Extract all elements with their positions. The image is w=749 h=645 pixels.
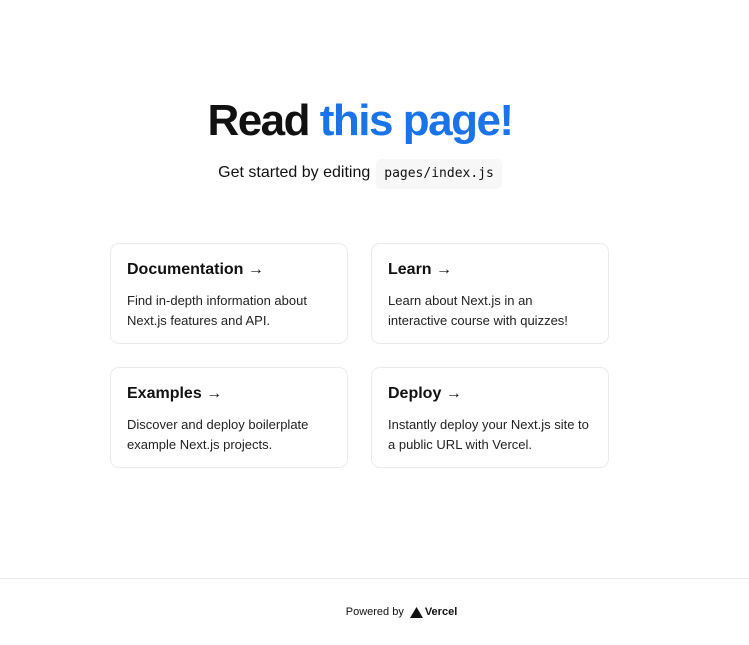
page: Read this page! Get started by editing pa… — [0, 0, 749, 645]
vercel-logo: Vercel — [409, 606, 458, 618]
main-content: Read this page! Get started by editing pa… — [0, 0, 749, 578]
brand-name: Vercel — [424, 606, 458, 618]
card-text: Discover and deploy boilerplate example … — [127, 417, 309, 452]
card-title: Examples → — [127, 385, 223, 402]
card-deploy[interactable]: Deploy → Instantly deploy your Next.js s… — [371, 367, 609, 468]
footer: Powered by Vercel — [0, 578, 749, 645]
card-title: Learn → — [388, 261, 453, 278]
card-title: Deploy → — [388, 385, 462, 402]
card-text: Instantly deploy your Next.js site to a … — [388, 417, 589, 452]
title-prefix: Read — [207, 96, 320, 145]
powered-by-label: Powered by — [345, 606, 404, 618]
powered-by-link[interactable]: Powered by Vercel — [292, 606, 458, 618]
page-description: Get started by editing pages/index.js — [0, 158, 720, 189]
code-snippet: pages/index.js — [376, 159, 502, 189]
card-text: Learn about Next.js in an interactive co… — [388, 293, 568, 328]
card-examples[interactable]: Examples → Discover and deploy boilerpla… — [110, 367, 348, 468]
description-text: Get started by editing — [218, 164, 371, 181]
vercel-triangle-icon — [409, 606, 423, 618]
card-title: Documentation → — [127, 261, 264, 278]
card-documentation[interactable]: Documentation → Find in-depth informatio… — [110, 243, 348, 344]
page-title: Read this page! — [0, 92, 720, 150]
card-text: Find in-depth information about Next.js … — [127, 293, 307, 328]
title-link[interactable]: this page! — [320, 96, 514, 145]
card-learn[interactable]: Learn → Learn about Next.js in an intera… — [371, 243, 609, 344]
